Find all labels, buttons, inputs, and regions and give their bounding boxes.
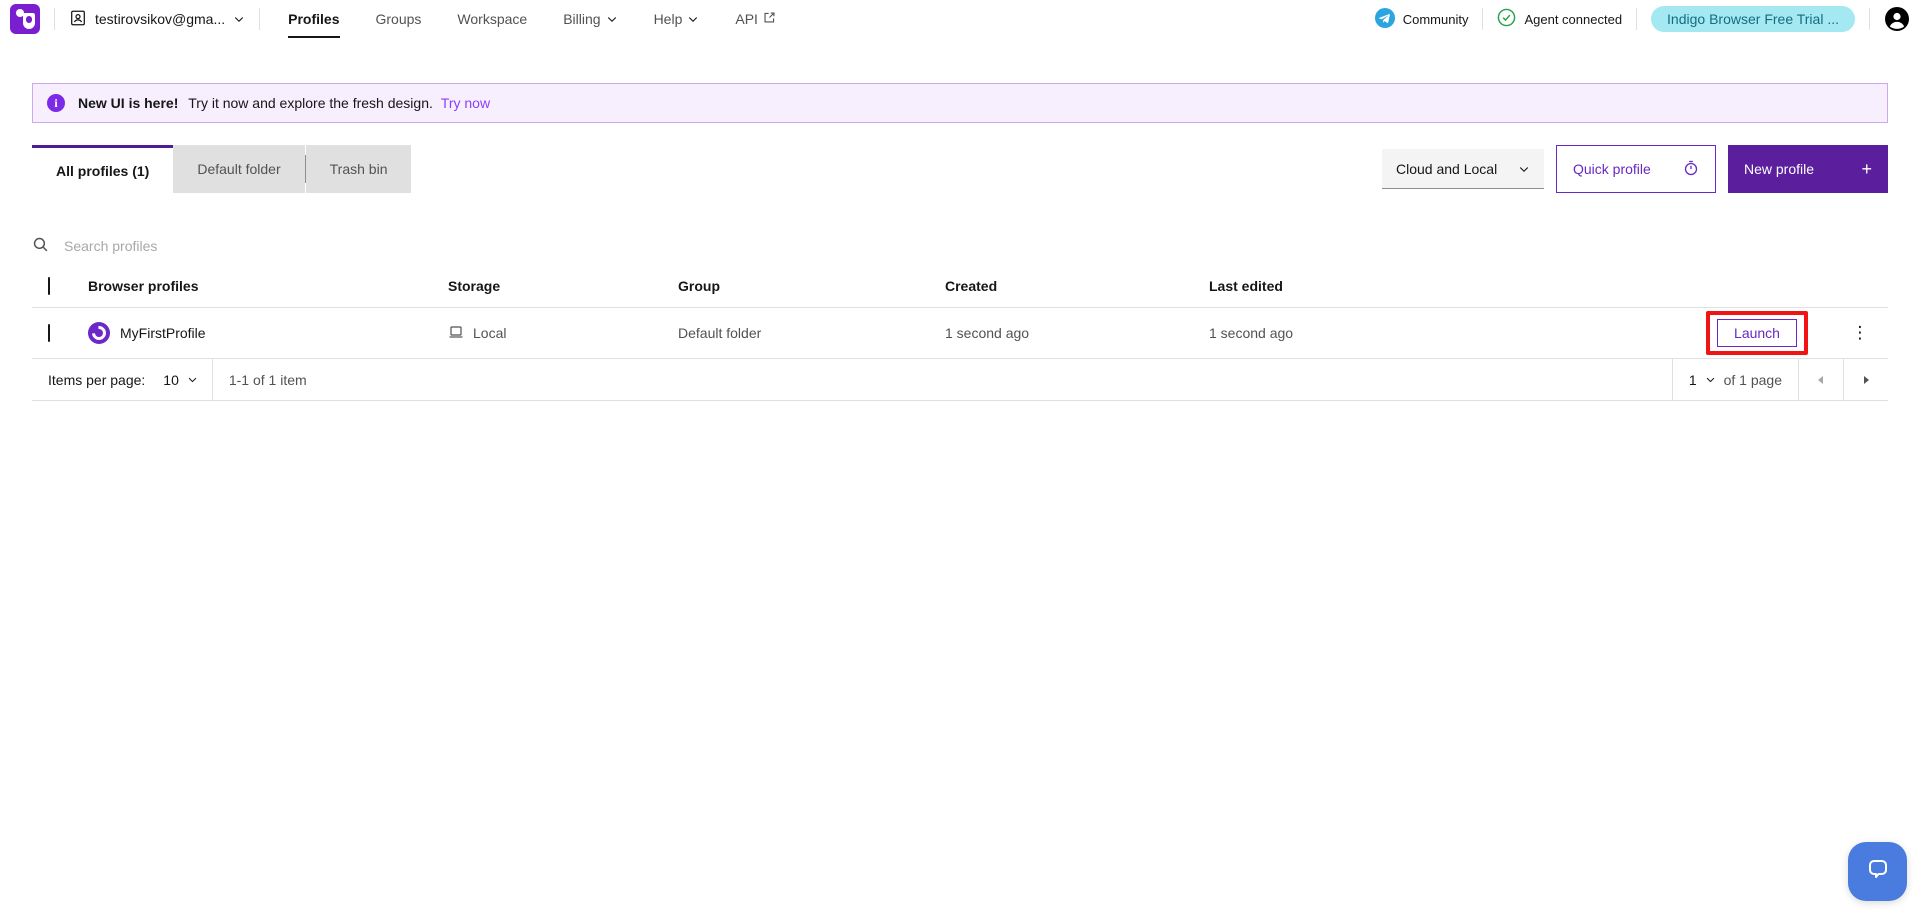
chat-widget-button[interactable] — [1848, 842, 1907, 901]
community-link[interactable]: Community — [1375, 8, 1469, 31]
chat-icon — [1864, 856, 1892, 887]
chevron-down-icon — [1705, 374, 1716, 385]
page-value: 1 — [1689, 372, 1697, 388]
chevron-down-icon — [187, 374, 198, 385]
chevron-down-icon — [687, 13, 699, 25]
col-browser-profiles: Browser profiles — [88, 278, 448, 294]
items-per-page-value: 10 — [163, 372, 179, 388]
storage-filter-value: Cloud and Local — [1396, 161, 1497, 177]
chevron-down-icon — [1518, 163, 1530, 175]
storage-cell: Local — [448, 324, 678, 343]
col-last-edited: Last edited — [1209, 278, 1682, 294]
last-edited-value: 1 second ago — [1209, 325, 1682, 341]
nav-groups[interactable]: Groups — [376, 0, 422, 38]
storage-value: Local — [473, 325, 506, 341]
divider — [1482, 8, 1483, 30]
profile-name: MyFirstProfile — [120, 325, 206, 341]
nav-billing[interactable]: Billing — [563, 0, 617, 38]
new-ui-banner: i New UI is here! Try it now and explore… — [32, 83, 1888, 123]
search-icon — [32, 236, 49, 256]
nav-workspace[interactable]: Workspace — [457, 0, 527, 38]
pagination-bar: Items per page: 10 1-1 of 1 item 1 of 1 … — [32, 359, 1888, 401]
banner-title: New UI is here! — [78, 95, 178, 111]
quick-profile-button[interactable]: Quick profile — [1556, 145, 1716, 193]
user-avatar[interactable] — [1884, 6, 1910, 32]
community-label: Community — [1403, 12, 1469, 27]
chevron-down-icon — [233, 13, 245, 25]
account-label: testirovsikov@gma... — [95, 11, 225, 27]
col-created: Created — [945, 278, 1209, 294]
check-circle-icon — [1497, 8, 1516, 30]
tab-trash-bin[interactable]: Trash bin — [306, 145, 412, 193]
app-logo-icon[interactable] — [10, 4, 40, 34]
launch-button[interactable]: Launch — [1717, 319, 1797, 347]
plus-icon: + — [1861, 160, 1872, 178]
profiles-table: Browser profiles Storage Group Created L… — [32, 265, 1888, 359]
chevron-down-icon — [606, 13, 618, 25]
col-storage: Storage — [448, 278, 678, 294]
new-profile-button[interactable]: New profile + — [1728, 145, 1888, 193]
search-input[interactable] — [64, 238, 1888, 254]
laptop-icon — [448, 324, 464, 343]
prev-page-button[interactable] — [1799, 359, 1843, 400]
row-checkbox[interactable] — [48, 324, 50, 342]
pagination-left: Items per page: 10 1-1 of 1 item — [32, 359, 323, 400]
tab-default-folder[interactable]: Default folder — [173, 145, 304, 193]
banner-message: Try it now and explore the fresh design. — [188, 95, 433, 111]
divider — [1869, 8, 1870, 30]
row-kebab-menu[interactable]: ⋮ — [1832, 323, 1888, 343]
nav-api[interactable]: API — [735, 0, 776, 38]
nav-help[interactable]: Help — [654, 0, 700, 38]
agent-status-label: Agent connected — [1524, 12, 1622, 27]
trial-badge[interactable]: Indigo Browser Free Trial ... — [1651, 6, 1855, 32]
created-value: 1 second ago — [945, 325, 1209, 341]
pagination-right: 1 of 1 page — [1672, 359, 1888, 400]
page-total-label: of 1 page — [1724, 372, 1782, 388]
page-select[interactable]: 1 — [1689, 359, 1716, 400]
annotation-highlight-box: Launch — [1706, 311, 1808, 355]
try-now-link[interactable]: Try now — [441, 95, 490, 111]
timer-icon — [1683, 160, 1699, 179]
tab-all-profiles[interactable]: All profiles (1) — [32, 145, 173, 193]
pagination-range: 1-1 of 1 item — [213, 372, 323, 388]
items-per-page-label: Items per page: — [32, 372, 149, 388]
info-icon: i — [47, 94, 65, 112]
table-header-row: Browser profiles Storage Group Created L… — [32, 265, 1888, 307]
items-per-page-select[interactable]: 10 — [149, 359, 212, 400]
topbar-right: Community Agent connected Indigo Browser… — [1375, 6, 1910, 32]
profile-name-cell[interactable]: MyFirstProfile — [88, 322, 448, 344]
top-bar: testirovsikov@gma... Profiles Groups Wor… — [0, 0, 1920, 38]
main-nav: Profiles Groups Workspace Billing Help A… — [288, 0, 776, 38]
group-value: Default folder — [678, 325, 945, 341]
profile-actions: Cloud and Local Quick profile New profil… — [1382, 145, 1888, 193]
divider — [259, 8, 260, 30]
select-all-checkbox[interactable] — [48, 277, 50, 295]
telegram-icon — [1375, 8, 1395, 31]
account-switcher[interactable]: testirovsikov@gma... — [69, 9, 245, 30]
profile-browser-icon — [88, 322, 110, 344]
nav-profiles[interactable]: Profiles — [288, 0, 339, 38]
col-group: Group — [678, 278, 945, 294]
tabs-and-actions-row: All profiles (1) Default folder Trash bi… — [32, 145, 1888, 193]
table-row: MyFirstProfile Local Default folder 1 se… — [32, 307, 1888, 359]
agent-status: Agent connected — [1497, 8, 1622, 30]
external-link-icon — [763, 11, 776, 27]
folder-tabs: All profiles (1) Default folder Trash bi… — [32, 145, 411, 193]
storage-filter-select[interactable]: Cloud and Local — [1382, 149, 1544, 189]
account-card-icon — [69, 9, 87, 30]
divider — [1636, 8, 1637, 30]
divider — [54, 8, 55, 30]
search-row — [32, 227, 1888, 265]
next-page-button[interactable] — [1844, 359, 1888, 400]
